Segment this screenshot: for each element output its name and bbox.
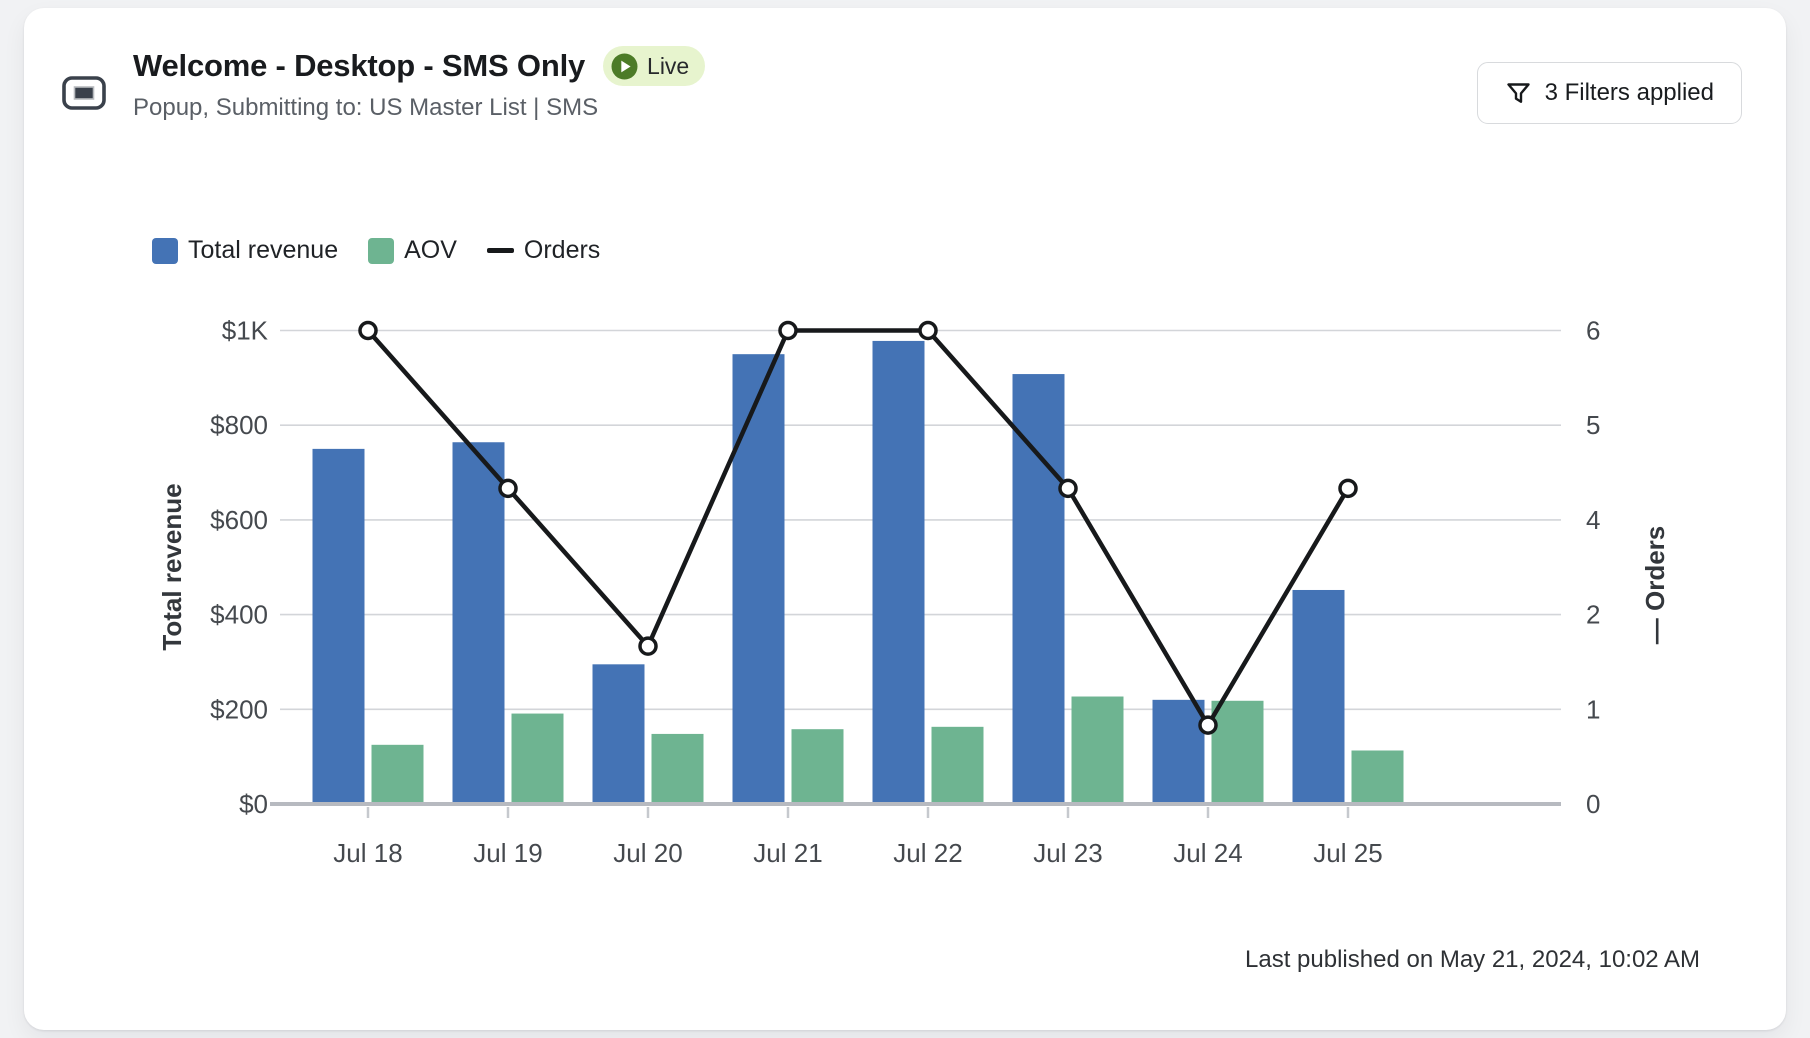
legend-item-total-revenue: Total revenue xyxy=(152,236,338,265)
chart-legend: Total revenue AOV Orders xyxy=(152,236,600,265)
filters-applied-button[interactable]: 3 Filters applied xyxy=(1477,62,1742,124)
legend-label: AOV xyxy=(404,236,457,265)
legend-label: Total revenue xyxy=(188,236,338,265)
last-published-note: Last published on May 21, 2024, 10:02 AM xyxy=(1245,946,1700,974)
filters-button-label: 3 Filters applied xyxy=(1545,79,1714,107)
status-badge: Live xyxy=(603,46,705,86)
status-badge-label: Live xyxy=(647,53,689,80)
subtitle: Popup, Submitting to: US Master List | S… xyxy=(133,94,598,122)
popup-window-icon xyxy=(62,76,106,110)
page-title: Welcome - Desktop - SMS Only xyxy=(133,48,585,84)
legend-item-orders: Orders xyxy=(487,236,600,265)
analytics-card xyxy=(24,8,1786,1030)
right-axis-title: — Orders xyxy=(1635,435,1675,735)
orders-line-swatch xyxy=(487,248,514,253)
title-row: Welcome - Desktop - SMS Only Live xyxy=(133,46,705,86)
legend-item-aov: AOV xyxy=(368,236,457,265)
total-revenue-swatch xyxy=(152,238,178,264)
left-axis-title: Total revenue xyxy=(152,417,192,717)
page: Welcome - Desktop - SMS Only Live Popup,… xyxy=(0,0,1810,1038)
legend-label: Orders xyxy=(524,236,600,265)
filter-funnel-icon xyxy=(1505,80,1532,107)
aov-swatch xyxy=(368,238,394,264)
play-icon xyxy=(611,53,638,80)
